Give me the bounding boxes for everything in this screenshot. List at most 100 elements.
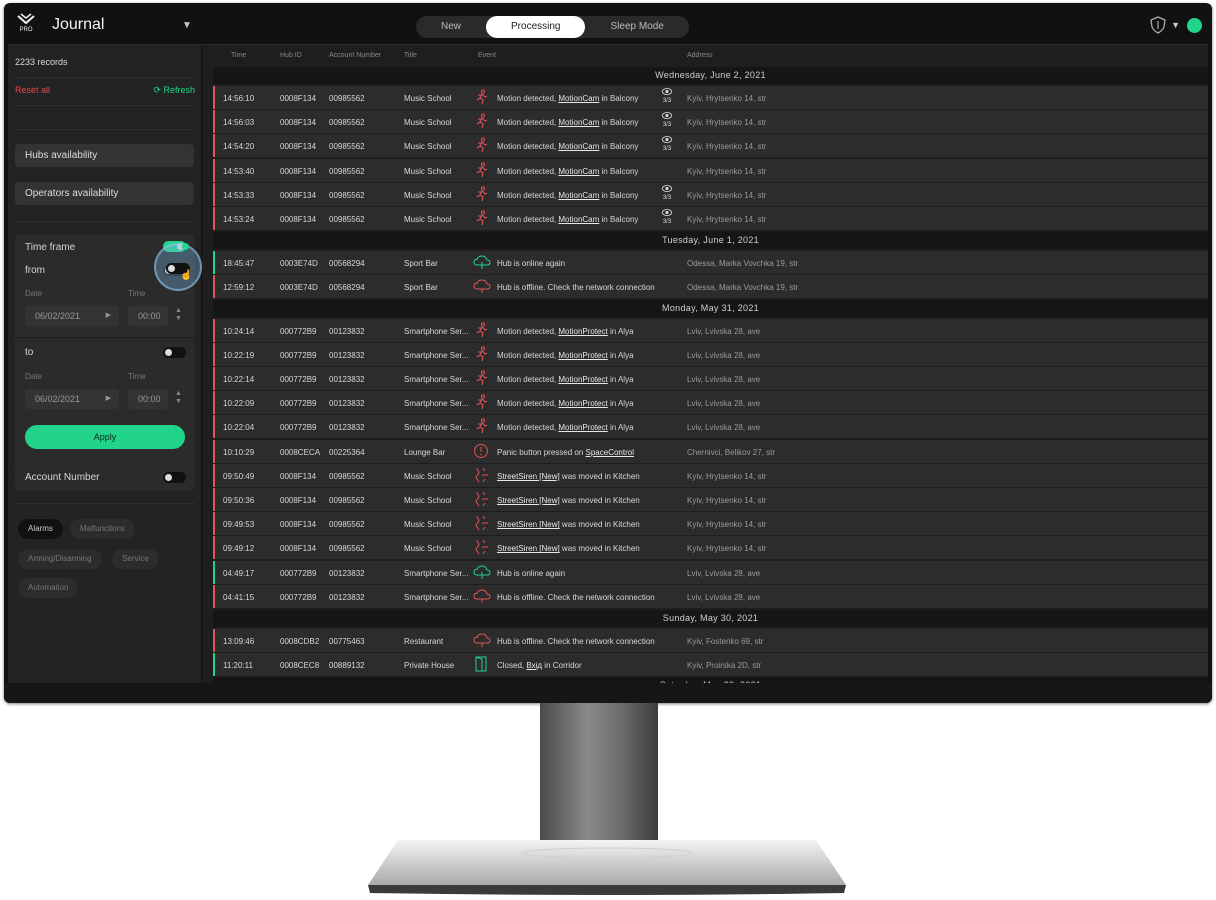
to-date-value: 06/02/2021 [35, 394, 81, 404]
cell-address: Kyiv, Hrytsenko 14, str [687, 94, 767, 103]
divider [15, 129, 195, 130]
table-row[interactable]: 11:20:11 0008CEC8 00889132 Private House Clo… [213, 652, 1208, 676]
time-stepper-icon[interactable]: ▲ ▼ [175, 307, 182, 323]
table-row[interactable]: 10:22:14 000772B9 00123832 Smartphone Ser..… [213, 367, 1208, 390]
table-row[interactable]: 10:22:19 000772B9 00123832 Smartphone Ser..… [213, 342, 1208, 366]
col-hub-id[interactable]: Hub ID [280, 52, 302, 59]
shield-icon[interactable] [1150, 16, 1166, 39]
device-link[interactable]: MotionCam [558, 118, 599, 127]
cell-address: Kyiv, Fostenko 69, str [687, 636, 764, 646]
cell-event: Motion detected, MotionCam in Balcony [497, 118, 638, 127]
photo-icon[interactable]: 3/3 [660, 208, 674, 230]
device-link[interactable]: MotionCam [558, 94, 599, 103]
operators-availability-button[interactable]: Operators availability [15, 182, 194, 205]
app-title[interactable]: Journal [52, 16, 104, 34]
to-time-field[interactable]: 00:00 [128, 389, 168, 409]
table-row[interactable]: 14:56:03 0008F134 00985562 Music School Moti… [213, 110, 1208, 134]
table-row[interactable]: 09:50:36 0008F134 00985562 Music School Stre… [213, 488, 1208, 511]
table-row[interactable]: 13:09:46 0008CDB2 00775463 Restaurant Hub is… [213, 628, 1208, 652]
cell-title: Smartphone Ser... [404, 568, 469, 578]
device-link[interactable]: MotionCam [558, 142, 599, 151]
to-date-field[interactable]: 06/02/2021 ▶ [25, 389, 119, 409]
table-row[interactable]: 18:45:47 0003E74D 00568294 Sport Bar Hub is … [213, 250, 1208, 274]
col-address[interactable]: Address [687, 52, 713, 59]
chip-malfunctions[interactable]: Malfunctions [70, 519, 135, 539]
table-row[interactable]: 14:56:10 0008F134 00985562 Music School Moti… [213, 86, 1208, 109]
table-row[interactable]: 10:10:29 0008CECA 00225364 Lounge Bar Panic … [213, 439, 1208, 463]
refresh-button[interactable]: ⟳ Refresh [153, 85, 195, 96]
motion-icon [473, 113, 489, 129]
table-row[interactable]: 09:50:49 0008F134 00985562 Music School Stre… [213, 463, 1208, 487]
cell-account-number: 00985562 [329, 142, 365, 152]
device-link[interactable]: StreetSiren [New] [497, 472, 560, 481]
device-link[interactable]: MotionProtect [558, 423, 607, 432]
cell-account-number: 00123832 [329, 375, 365, 384]
table-row[interactable]: 10:22:04 000772B9 00123832 Smartphone Ser..… [213, 415, 1208, 439]
cell-hub-id: 0008F134 [280, 520, 317, 530]
device-link[interactable]: MotionProtect [558, 327, 607, 336]
table-row[interactable]: 14:53:24 0008F134 00985562 Music School Moti… [213, 207, 1208, 230]
table-row[interactable]: 09:49:53 0008F134 00985562 Music School Stre… [213, 512, 1208, 536]
cell-time: 14:56:10 [223, 94, 255, 103]
date-group-header: Sunday, May 30, 2021 [213, 609, 1208, 627]
time-stepper-icon[interactable]: ▲ ▼ [175, 390, 182, 406]
chip-arming-disarming[interactable]: Arming/Disarming [18, 549, 102, 569]
table-row[interactable]: 10:22:09 000772B9 00123832 Smartphone Ser..… [213, 391, 1208, 415]
device-link[interactable]: MotionProtect [558, 375, 607, 384]
account-number-toggle[interactable] [163, 472, 186, 483]
chevron-down-icon[interactable]: ▼ [182, 20, 192, 31]
chip-alarms[interactable]: Alarms [18, 519, 63, 539]
tab-sleep-mode[interactable]: Sleep Mode [585, 16, 688, 38]
photo-icon[interactable]: 3/3 [660, 87, 674, 109]
device-link[interactable]: MotionCam [558, 167, 599, 176]
cell-hub-id: 000772B9 [280, 399, 317, 409]
chip-automation[interactable]: Automation [18, 578, 79, 598]
device-link[interactable]: Вхід [526, 661, 542, 670]
table-row[interactable]: 04:49:17 000772B9 00123832 Smartphone Ser..… [213, 560, 1208, 584]
col-title[interactable]: Title [404, 52, 417, 59]
cell-title: Restaurant [404, 636, 444, 646]
from-date-field[interactable]: 06/02/2021 ▶ [25, 306, 119, 326]
device-link[interactable]: MotionCam [558, 215, 599, 224]
device-link[interactable]: SpaceControl [586, 448, 634, 457]
to-label: to [25, 347, 34, 358]
table-row[interactable]: 10:24:14 000772B9 00123832 Smartphone Ser..… [213, 318, 1208, 342]
cell-account-number: 00123832 [329, 423, 365, 433]
cell-address: Kyiv, Hrytsenko 14, str [687, 118, 767, 128]
col-event[interactable]: Event [478, 52, 496, 59]
chip-service[interactable]: Service [112, 549, 159, 569]
table-row[interactable]: 09:49:12 0008F134 00985562 Music School Stre… [213, 536, 1208, 560]
cell-title: Smartphone Ser... [404, 350, 469, 360]
col-time[interactable]: Time [231, 52, 246, 59]
apply-button[interactable]: Apply [25, 425, 185, 449]
table-row[interactable]: 12:59:12 0003E74D 00568294 Sport Bar Hub is … [213, 274, 1208, 298]
table-row[interactable]: 14:53:33 0008F134 00985562 Music School Moti… [213, 182, 1208, 206]
table-row[interactable]: 04:41:15 000772B9 00123832 Smartphone Ser..… [213, 584, 1208, 608]
device-link[interactable]: StreetSiren [New] [497, 496, 560, 505]
device-link[interactable]: StreetSiren [New] [497, 520, 560, 529]
device-link[interactable]: MotionProtect [558, 399, 607, 408]
from-time-field[interactable]: 00:00 [128, 306, 168, 326]
photo-icon[interactable]: 3/3 [660, 111, 674, 133]
device-link[interactable]: MotionCam [558, 191, 599, 200]
cell-event: Motion detected, MotionCam in Balcony [497, 94, 638, 103]
table-row[interactable]: 14:53:40 0008F134 00985562 Music School Moti… [213, 158, 1208, 182]
cell-address: Lviv, Lvivska 28, ave [687, 350, 761, 360]
cell-hub-id: 0008F134 [280, 496, 317, 505]
cell-time: 18:45:47 [223, 258, 255, 268]
device-link[interactable]: StreetSiren [New] [497, 544, 560, 553]
device-link[interactable]: MotionProtect [558, 351, 607, 360]
reset-all-button[interactable]: Reset all [15, 85, 50, 95]
photo-icon[interactable]: 3/3 [660, 184, 674, 206]
chevron-down-icon[interactable]: ▼ [1171, 20, 1180, 30]
to-toggle[interactable] [163, 347, 186, 358]
cell-time: 14:53:40 [223, 166, 255, 176]
col-account-number[interactable]: Account Number [329, 52, 381, 59]
photo-icon[interactable]: 3/3 [660, 135, 674, 157]
tab-processing[interactable]: Processing [486, 16, 586, 38]
cell-title: Smartphone Ser... [404, 399, 469, 409]
cursor-highlight: ☝ [154, 243, 202, 291]
hubs-availability-button[interactable]: Hubs availability [15, 144, 194, 167]
table-row[interactable]: 14:54:20 0008F134 00985562 Music School Moti… [213, 134, 1208, 158]
tab-new[interactable]: New [416, 16, 486, 38]
